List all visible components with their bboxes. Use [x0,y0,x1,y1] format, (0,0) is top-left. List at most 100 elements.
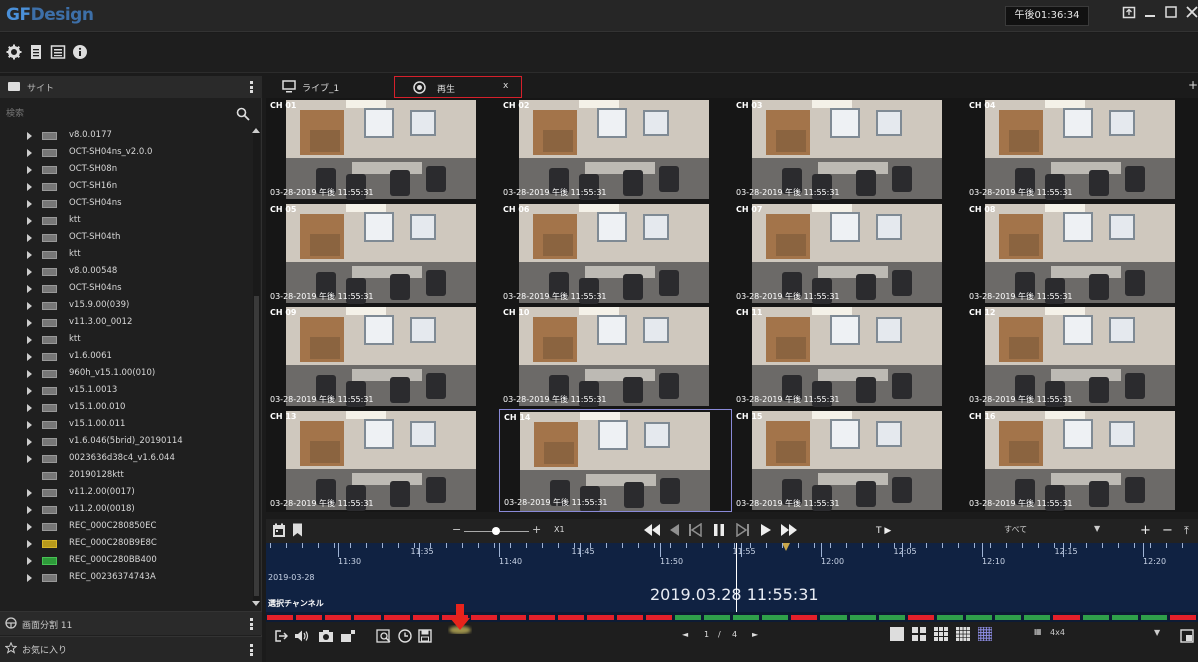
step-forward-icon[interactable] [736,522,750,542]
expand-icon[interactable] [27,574,32,582]
split-menu-icon[interactable] [250,618,253,630]
tree-item[interactable]: 0023636d38c4_v1.6.044 [0,451,252,467]
tree-item[interactable]: v11.3.00_0012 [0,315,252,331]
camera-cell[interactable]: CH 05 03-28-2019 午後 11:55:31 [266,202,499,305]
recording-bar[interactable] [266,612,1198,622]
camera-cell[interactable]: CH 01 03-28-2019 午後 11:55:31 [266,98,499,201]
tree-item[interactable]: REC_000C280BB400 [0,553,252,569]
expand-icon[interactable] [27,302,32,310]
tree-item[interactable]: OCT-SH04ns [0,281,252,297]
tree-item[interactable]: 960h_v15.1.00(010) [0,366,252,382]
camera-cell[interactable]: CH 09 03-28-2019 午後 11:55:31 [266,305,499,408]
play-icon[interactable] [760,523,772,542]
tree-item[interactable]: REC_00236374743A [0,570,252,586]
layout-1x1-icon[interactable] [890,627,904,641]
expand-icon[interactable] [27,370,32,378]
camera-settings-icon[interactable] [340,629,356,647]
tree-item[interactable]: ktt [0,247,252,263]
prev-icon[interactable] [668,523,680,542]
camera-cell[interactable]: CH 15 03-28-2019 午後 11:55:31 [732,409,965,512]
speed-minus-button[interactable]: − [452,523,461,536]
expand-icon[interactable] [27,438,32,446]
camera-cell[interactable]: CH 10 03-28-2019 午後 11:55:31 [499,305,732,408]
expand-icon[interactable] [27,268,32,276]
exit-icon[interactable] [274,629,289,647]
minimize-icon[interactable] [1143,5,1157,23]
fast-forward-icon[interactable] [780,523,798,542]
expand-icon[interactable] [27,166,32,174]
tree-scroll-thumb[interactable] [254,296,259,596]
speed-control[interactable]: − + X1 [452,519,572,543]
layout-5x5-icon[interactable] [977,626,993,642]
maximize-icon[interactable] [1164,5,1178,23]
tree-item[interactable]: ktt [0,332,252,348]
calendar-icon[interactable] [272,523,286,541]
expand-icon[interactable] [27,387,32,395]
site-menu-icon[interactable] [250,81,253,93]
tab-playback[interactable]: 再生 x [394,76,522,98]
timeline[interactable]: 2019-03-28 2019.03.28 11:55:31 選択チャンネル 1… [266,543,1198,612]
timed-play-button[interactable]: T ▶ [876,523,891,539]
screen-split-panel[interactable]: 画面分割 11 [0,611,262,635]
info-icon[interactable] [72,44,88,60]
camera-cell[interactable]: CH 16 03-28-2019 午後 11:55:31 [965,409,1198,512]
expand-icon[interactable] [27,200,32,208]
search-input[interactable] [6,104,231,124]
expand-icon[interactable] [27,319,32,327]
zoom-in-button[interactable]: + [1140,523,1151,539]
tree-item[interactable]: v11.2.00(0018) [0,502,252,518]
layout-2x2-icon[interactable] [912,627,926,641]
expand-icon[interactable] [27,353,32,361]
list-icon[interactable] [50,44,66,60]
zoom-out-button[interactable]: − [1162,523,1173,539]
tree-item[interactable]: v11.2.00(0017) [0,485,252,501]
camera-cell[interactable]: CH 13 03-28-2019 午後 11:55:31 [266,409,499,512]
page-next-button[interactable]: ► [752,630,758,639]
pause-icon[interactable] [712,523,726,542]
document-icon[interactable] [28,44,44,60]
tree-item[interactable]: v15.1.0013 [0,383,252,399]
camera-cell[interactable]: CH 03 03-28-2019 午後 11:55:31 [732,98,965,201]
tree-item[interactable]: 20190128ktt [0,468,252,484]
camera-cell[interactable]: CH 14 03-28-2019 午後 11:55:31 [499,408,732,512]
event-filter-select[interactable]: すべて ▼ [1004,524,1104,535]
expand-icon[interactable] [27,421,32,429]
snapshot-icon[interactable] [318,629,334,647]
tree-item[interactable]: OCT-SH04ns [0,196,252,212]
camera-cell[interactable]: CH 12 03-28-2019 午後 11:55:31 [965,305,1198,408]
expand-icon[interactable] [27,540,32,548]
camera-cell[interactable]: CH 11 03-28-2019 午後 11:55:31 [732,305,965,408]
scroll-up-icon[interactable] [252,128,260,133]
camera-cell[interactable]: CH 07 03-28-2019 午後 11:55:31 [732,202,965,305]
tree-item[interactable]: OCT-SH16n [0,179,252,195]
tree-item[interactable]: ktt [0,213,252,229]
bookmark-icon[interactable] [292,523,303,540]
expand-icon[interactable] [27,557,32,565]
expand-icon[interactable] [27,183,32,191]
tree-item[interactable]: v8.0.00548 [0,264,252,280]
save-icon[interactable] [418,629,432,647]
tab-close-button[interactable]: x [503,81,508,91]
restore-icon[interactable] [1122,5,1136,23]
favorites-panel[interactable]: お気に入り [0,636,262,662]
speed-plus-button[interactable]: + [532,523,541,536]
add-tab-button[interactable]: + [1188,78,1198,92]
tree-item[interactable]: OCT-SH04th [0,230,252,246]
tree-item[interactable]: OCT-SH04ns_v2.0.0 [0,145,252,161]
fullscreen-icon[interactable] [1180,629,1194,647]
expand-icon[interactable] [27,149,32,157]
camera-cell[interactable]: CH 08 03-28-2019 午後 11:55:31 [965,202,1198,305]
layout-4x4-icon[interactable] [956,627,970,641]
expand-icon[interactable] [27,234,32,242]
tab-live[interactable]: ライブ_1 [274,76,384,98]
clock-icon[interactable] [398,629,412,647]
expand-icon[interactable] [27,336,32,344]
tree-item[interactable]: REC_000C280B9E8C [0,536,252,552]
page-prev-button[interactable]: ◄ [682,630,688,639]
tree-item[interactable]: v1.6.046(5brid)_20190114 [0,434,252,450]
expand-icon[interactable] [27,489,32,497]
expand-icon[interactable] [27,285,32,293]
rewind-icon[interactable] [643,523,661,542]
export-icon[interactable]: ⤒ [1184,523,1189,539]
layout-3x3-icon[interactable] [934,627,948,641]
